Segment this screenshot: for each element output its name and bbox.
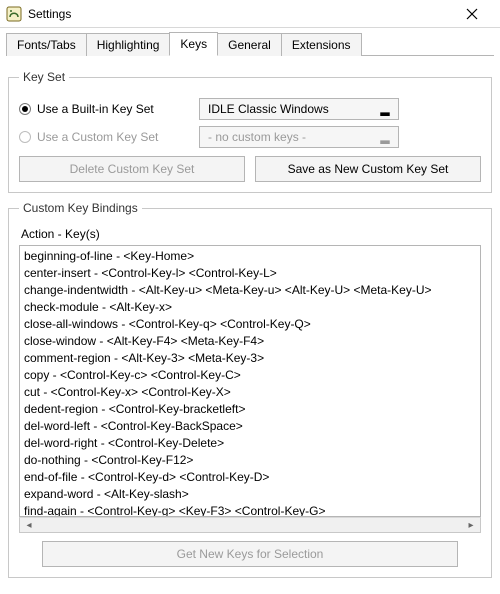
radio-icon (19, 131, 31, 143)
binding-row[interactable]: close-all-windows - <Control-Key-q> <Con… (24, 316, 476, 333)
tab-content: Key Set Use a Built-in Key Set IDLE Clas… (0, 56, 500, 594)
binding-row[interactable]: change-indentwidth - <Alt-Key-u> <Meta-K… (24, 282, 476, 299)
binding-row[interactable]: dedent-region - <Control-Key-bracketleft… (24, 401, 476, 418)
tab-extensions[interactable]: Extensions (281, 33, 362, 56)
binding-row[interactable]: expand-word - <Alt-Key-slash> (24, 486, 476, 503)
builtin-dropdown-value: IDLE Classic Windows (208, 102, 329, 116)
builtin-radio[interactable]: Use a Built-in Key Set (19, 102, 189, 116)
save-keyset-button[interactable]: Save as New Custom Key Set (255, 156, 481, 182)
binding-row[interactable]: comment-region - <Alt-Key-3> <Meta-Key-3… (24, 350, 476, 367)
custom-radio-label: Use a Custom Key Set (37, 130, 158, 144)
dropdown-handle-icon: ▂ (378, 102, 392, 116)
close-icon (466, 8, 478, 20)
builtin-row: Use a Built-in Key Set IDLE Classic Wind… (19, 98, 481, 120)
custom-radio[interactable]: Use a Custom Key Set (19, 130, 189, 144)
custom-keyset-dropdown[interactable]: - no custom keys - ▂ (199, 126, 399, 148)
tab-highlighting[interactable]: Highlighting (86, 33, 171, 56)
binding-row[interactable]: find-again - <Control-Key-g> <Key-F3> <C… (24, 503, 476, 517)
dropdown-handle-icon: ▂ (378, 130, 392, 144)
get-new-keys-button[interactable]: Get New Keys for Selection (42, 541, 458, 567)
binding-row[interactable]: end-of-file - <Control-Key-d> <Control-K… (24, 469, 476, 486)
titlebar: Settings (0, 0, 500, 28)
binding-row[interactable]: cut - <Control-Key-x> <Control-Key-X> (24, 384, 476, 401)
binding-row[interactable]: del-word-left - <Control-Key-BackSpace> (24, 418, 476, 435)
bindings-listbox[interactable]: beginning-of-line - <Key-Home>center-ins… (19, 245, 481, 517)
bindings-list-inner: beginning-of-line - <Key-Home>center-ins… (20, 246, 480, 517)
tab-keys[interactable]: Keys (169, 32, 218, 56)
binding-row[interactable]: close-window - <Alt-Key-F4> <Meta-Key-F4… (24, 333, 476, 350)
binding-row[interactable]: do-nothing - <Control-Key-F12> (24, 452, 476, 469)
binding-row[interactable]: del-word-right - <Control-Key-Delete> (24, 435, 476, 452)
window-title: Settings (28, 7, 452, 21)
close-button[interactable] (452, 0, 492, 28)
builtin-keyset-dropdown[interactable]: IDLE Classic Windows ▂ (199, 98, 399, 120)
tab-general[interactable]: General (217, 33, 282, 56)
keyset-buttons: Delete Custom Key Set Save as New Custom… (19, 156, 481, 182)
keyset-legend: Key Set (19, 70, 69, 84)
tab-bar: Fonts/Tabs Highlighting Keys General Ext… (0, 28, 500, 56)
builtin-radio-label: Use a Built-in Key Set (37, 102, 154, 116)
binding-row[interactable]: center-insert - <Control-Key-l> <Control… (24, 265, 476, 282)
custom-row: Use a Custom Key Set - no custom keys - … (19, 126, 481, 148)
binding-row[interactable]: copy - <Control-Key-c> <Control-Key-C> (24, 367, 476, 384)
radio-icon (19, 103, 31, 115)
scroll-left-icon[interactable]: ◂ (22, 519, 36, 531)
binding-row[interactable]: beginning-of-line - <Key-Home> (24, 248, 476, 265)
scroll-right-icon[interactable]: ▸ (464, 519, 478, 531)
tab-fonts[interactable]: Fonts/Tabs (6, 33, 87, 56)
bindings-legend: Custom Key Bindings (19, 201, 142, 215)
keyset-group: Key Set Use a Built-in Key Set IDLE Clas… (8, 70, 492, 193)
bindings-group: Custom Key Bindings Action - Key(s) begi… (8, 201, 492, 578)
bindings-header: Action - Key(s) (21, 227, 481, 241)
custom-dropdown-value: - no custom keys - (208, 130, 306, 144)
delete-keyset-button[interactable]: Delete Custom Key Set (19, 156, 245, 182)
horizontal-scrollbar[interactable]: ◂ ▸ (19, 517, 481, 533)
binding-row[interactable]: check-module - <Alt-Key-x> (24, 299, 476, 316)
app-icon (6, 6, 22, 22)
